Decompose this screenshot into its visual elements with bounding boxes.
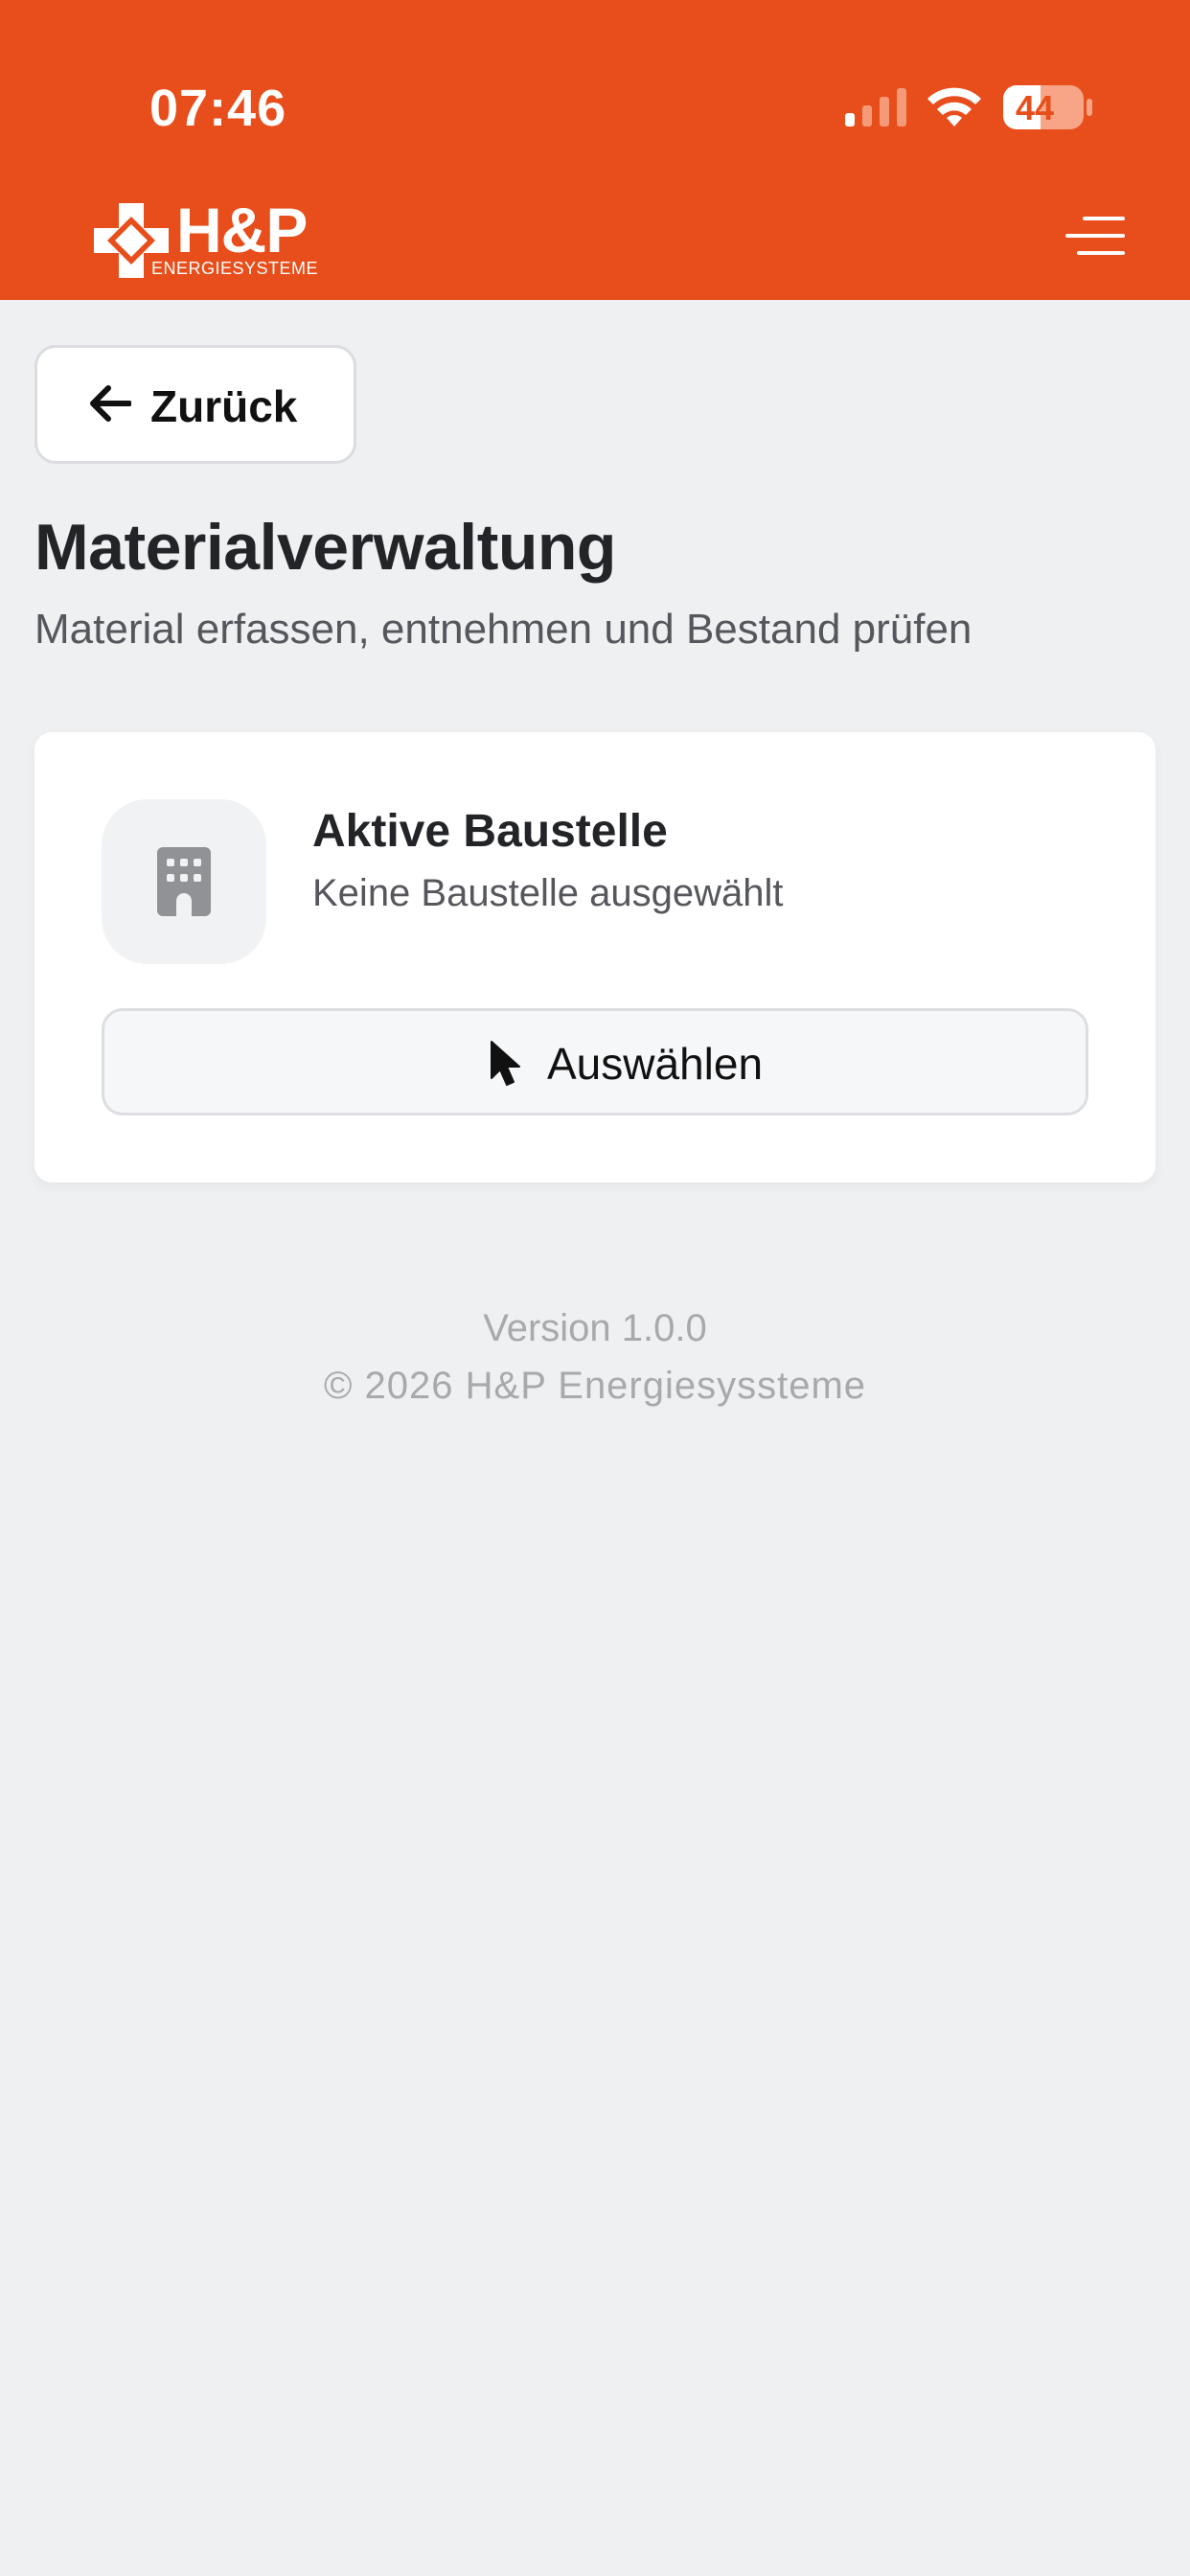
brand-logo: H&P ENERGIESYSTEME bbox=[94, 195, 320, 284]
arrow-left-icon bbox=[90, 385, 131, 422]
hamburger-menu-icon[interactable] bbox=[1064, 213, 1125, 261]
card-title: Aktive Baustelle bbox=[312, 806, 668, 857]
wifi-icon bbox=[927, 87, 981, 126]
battery-icon: 44 bbox=[1002, 84, 1094, 130]
cellular-signal-icon bbox=[845, 88, 906, 126]
back-button-label: Zurück bbox=[150, 381, 298, 431]
copyright-text: © 2026 H&P Energiesyssteme bbox=[323, 1365, 867, 1407]
back-button[interactable]: Zurück bbox=[34, 345, 356, 464]
app-version: Version 1.0.0 bbox=[483, 1307, 707, 1349]
brand-subtitle: ENERGIESYSTEME bbox=[151, 259, 319, 278]
select-site-button[interactable]: Auswählen bbox=[102, 1008, 1088, 1116]
site-status-text: Keine Baustelle ausgewählt bbox=[312, 872, 784, 914]
app-header: 07:46 44 H&P ENERGIESYSTEME bbox=[0, 0, 1190, 300]
active-site-card: Aktive Baustelle Keine Baustelle ausgewä… bbox=[34, 732, 1156, 1183]
select-site-button-label: Auswählen bbox=[547, 1039, 764, 1089]
status-time: 07:46 bbox=[149, 80, 287, 137]
page-title: Materialverwaltung bbox=[34, 511, 616, 584]
battery-level: 44 bbox=[1016, 88, 1055, 127]
site-icon-container bbox=[102, 799, 266, 964]
page-subtitle: Material erfassen, entnehmen und Bestand… bbox=[34, 606, 973, 653]
cursor-pointer-icon bbox=[491, 1041, 520, 1086]
brand-name: H&P bbox=[176, 195, 308, 265]
building-icon bbox=[157, 847, 211, 916]
